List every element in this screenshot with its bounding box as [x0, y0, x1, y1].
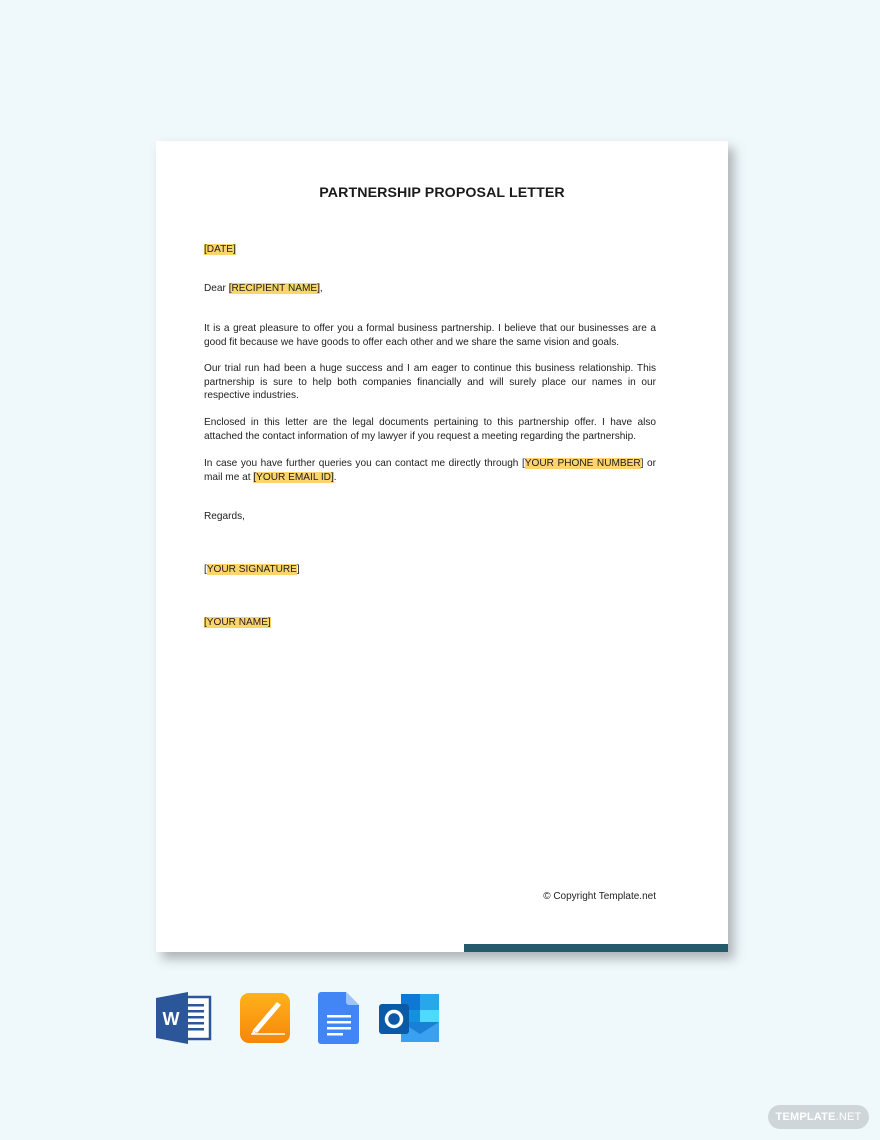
- accent-bar: [464, 944, 728, 952]
- name-placeholder: [YOUR NAME]: [204, 617, 271, 628]
- name-line: [YOUR NAME]: [204, 616, 656, 630]
- salutation-line: Dear [RECIPIENT NAME],: [204, 283, 323, 294]
- document-title: PARTNERSHIP PROPOSAL LETTER: [319, 185, 565, 201]
- recipient-placeholder: [RECIPIENT NAME]: [228, 283, 320, 294]
- signature-line: [YOUR SIGNATURE]: [204, 564, 300, 575]
- signature-placeholder: YOUR SIGNATURE: [206, 564, 297, 575]
- microsoft-outlook-icon[interactable]: [379, 992, 441, 1044]
- paragraph-1: It is a great pleasure to offer you a fo…: [204, 323, 656, 348]
- template-net-watermark[interactable]: TEMPLATE.NET: [768, 1105, 869, 1129]
- phone-placeholder: YOUR PHONE NUMBER: [524, 458, 641, 469]
- document-page: PARTNERSHIP PROPOSAL LETTER [DATE] Dear …: [156, 141, 728, 952]
- microsoft-word-icon[interactable]: W: [156, 992, 212, 1044]
- email-placeholder: [YOUR EMAIL ID]: [253, 471, 334, 483]
- paragraph-2: Our trial run had been a huge success an…: [204, 363, 656, 401]
- copyright-notice: © Copyright Template.net: [543, 891, 656, 902]
- apple-pages-icon[interactable]: [239, 992, 291, 1044]
- paragraph-3: Enclosed in this letter are the legal do…: [204, 417, 656, 442]
- word-letter: W: [163, 1009, 180, 1029]
- date-placeholder: [DATE]: [204, 244, 236, 255]
- google-docs-icon[interactable]: [318, 992, 360, 1044]
- format-icons: W: [156, 992, 446, 1046]
- closing: Regards,: [204, 511, 245, 522]
- date-line: [DATE]: [204, 243, 656, 257]
- contact-paragraph: In case you have further queries you can…: [204, 458, 656, 483]
